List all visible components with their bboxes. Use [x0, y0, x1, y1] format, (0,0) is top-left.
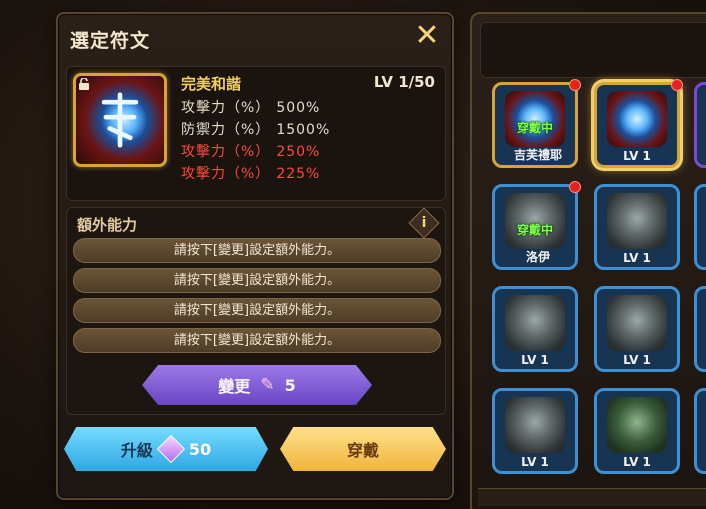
stat-label: 攻擊力（%） — [181, 144, 271, 160]
rune-slot-partial[interactable] — [694, 388, 706, 474]
stat-label: 防禦力（%） — [181, 122, 271, 138]
stat-row: 攻擊力（%） 500% — [181, 97, 320, 117]
rune-art — [607, 193, 667, 249]
ability-slot[interactable]: 請按下[變更]設定額外能力。 — [73, 328, 441, 353]
rune-slot-selected[interactable]: LV 1 — [594, 79, 683, 168]
rune-slot-level: LV 1 — [521, 353, 549, 367]
stat-value: 1500% — [276, 122, 331, 138]
rune-name: 完美和諧 — [181, 75, 242, 93]
rune-slot[interactable]: LV 1 — [594, 184, 680, 270]
stat-label: 攻擊力（%） — [181, 100, 271, 116]
stat-label: 攻擊力（%） — [181, 166, 271, 182]
rune-icon — [73, 73, 167, 167]
rune-slot[interactable]: LV 1 — [594, 388, 680, 474]
info-label: i — [421, 215, 427, 231]
upgrade-label: 升級 — [120, 441, 153, 460]
rune-slot-level: LV 1 — [521, 455, 549, 469]
rune-slot-level: LV 1 — [623, 455, 651, 469]
equip-button[interactable]: 穿戴 — [280, 427, 446, 471]
gem-icon — [156, 434, 186, 464]
upgrade-cost: 50 — [188, 439, 212, 459]
rune-glyph-icon — [101, 92, 139, 148]
ability-slot[interactable]: 請按下[變更]設定額外能力。 — [73, 298, 441, 323]
rune-slot-level: LV 1 — [623, 149, 651, 163]
rune-art — [607, 295, 667, 351]
ability-slot[interactable]: 請按下[變更]設定額外能力。 — [73, 238, 441, 263]
rune-slot[interactable]: LV 1 — [492, 388, 578, 474]
rune-slot[interactable]: 穿戴中 洛伊 — [492, 181, 581, 270]
close-button[interactable]: ✕ — [412, 21, 442, 52]
change-label: 變更 — [218, 377, 251, 396]
stat-value: 225% — [276, 166, 321, 182]
panel-title: 選定符文 — [70, 30, 151, 52]
equipped-badge: 穿戴中 — [516, 121, 553, 135]
rune-slot-level: LV 1 — [623, 353, 651, 367]
equip-label: 穿戴 — [346, 441, 379, 460]
stat-row: 攻擊力（%） 250% — [181, 141, 320, 161]
rune-slot-partial[interactable] — [694, 286, 706, 372]
rune-slot[interactable]: 穿戴中 吉芙禮耶 — [492, 79, 581, 168]
rune-art — [505, 295, 565, 351]
info-icon[interactable]: i — [408, 207, 440, 239]
notification-dot — [671, 79, 683, 91]
change-cost: 5 — [284, 375, 296, 395]
rune-detail-card: 完美和諧 LV 1/50 攻擊力（%） 500% 防禦力（%） 1500% 攻擊力（… — [66, 66, 446, 201]
inventory-scrollbar[interactable] — [478, 488, 706, 506]
rune-art — [505, 397, 565, 453]
rune-art — [607, 91, 667, 147]
stat-value: 500% — [276, 100, 321, 116]
rune-slot-partial[interactable] — [694, 184, 706, 270]
equipped-badge: 穿戴中 — [516, 223, 553, 237]
rune-slot[interactable]: LV 1 — [594, 286, 680, 372]
rune-level: LV 1/50 — [373, 73, 435, 91]
rune-select-panel: 選定符文 ✕ 完美和諧 LV 1/50 攻擊力（%） 500% 防禦力（%） 150… — [56, 12, 454, 500]
owner-name: 洛伊 — [525, 250, 550, 264]
rune-slot-partial[interactable] — [694, 82, 706, 168]
upgrade-button[interactable]: 升級 50 — [64, 427, 268, 471]
stat-row: 防禦力（%） 1500% — [181, 119, 330, 139]
rune-art — [607, 397, 667, 453]
change-button[interactable]: 變更 ✎ 5 — [142, 365, 372, 405]
hammer-icon: ✎ — [260, 375, 275, 395]
rune-slot[interactable]: LV 1 — [492, 286, 578, 372]
stat-value: 250% — [276, 144, 321, 160]
rune-slot-level: LV 1 — [623, 251, 651, 265]
stat-row: 攻擊力（%） 225% — [181, 163, 320, 183]
notification-dot — [569, 79, 581, 91]
owner-name: 吉芙禮耶 — [513, 148, 562, 162]
inventory-header — [480, 22, 706, 78]
notification-dot — [569, 181, 581, 193]
extra-ability-title: 額外能力 — [77, 216, 138, 234]
ability-slot[interactable]: 請按下[變更]設定額外能力。 — [73, 268, 441, 293]
